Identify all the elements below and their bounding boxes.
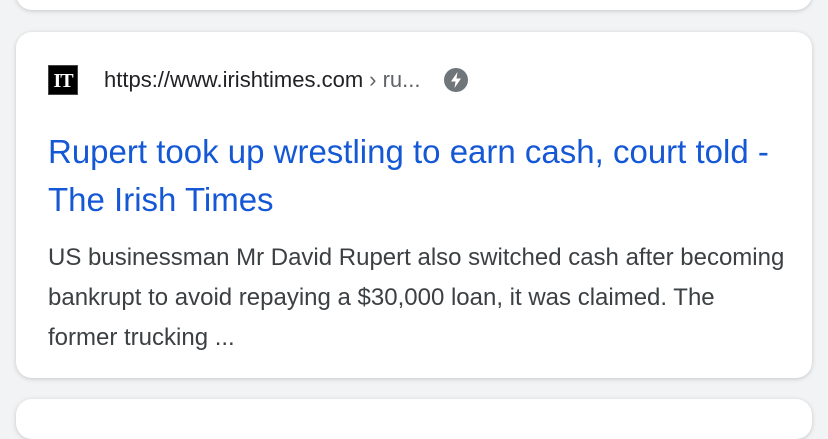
result-breadcrumb[interactable]: › ru... [369, 67, 420, 93]
next-result-card [16, 399, 812, 439]
result-url[interactable]: https://www.irishtimes.com [104, 67, 363, 93]
result-snippet: US businessman Mr David Rupert also swit… [48, 244, 785, 351]
site-favicon: IT [48, 65, 78, 95]
previous-result-card [16, 0, 812, 10]
lightning-bolt-icon [443, 67, 469, 93]
result-title-link[interactable]: Rupert took up wrestling to earn cash, c… [48, 128, 788, 224]
result-source-row[interactable]: IT https://www.irishtimes.com › ru... [48, 65, 469, 95]
search-result-card[interactable]: IT https://www.irishtimes.com › ru... Ru… [16, 32, 812, 378]
